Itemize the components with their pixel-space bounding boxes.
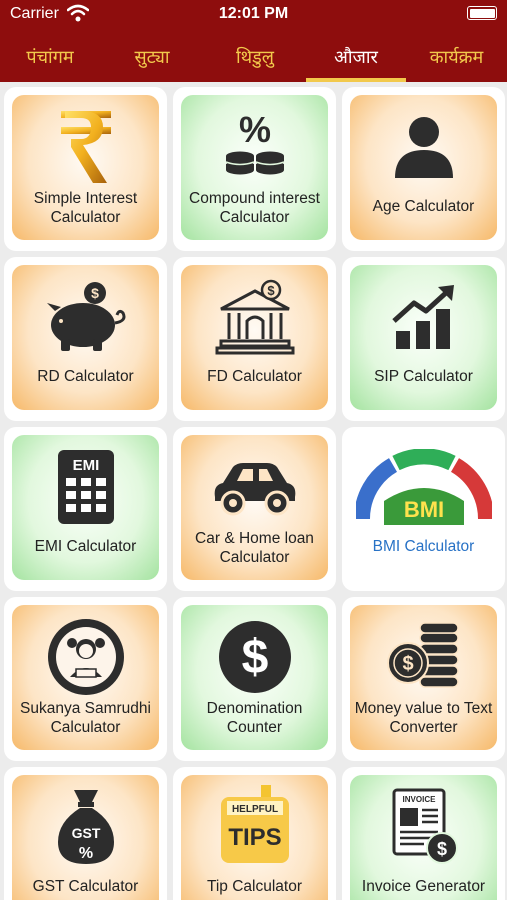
clock: 12:01 PM [218,5,289,22]
coins-stack-icon: $ [350,615,497,699]
percent-coins-icon: % [181,105,328,189]
tool-age[interactable]: Age Calculator [342,87,505,251]
tool-label: EMI Calculator [34,538,137,555]
tool-label: Car & Home loan Calculator [195,530,314,566]
tool-label: FD Calculator [207,368,302,385]
tool-emi[interactable]: EMI EMI Calculator [4,427,167,591]
svg-text:$: $ [402,653,413,675]
tool-denomination[interactable]: $ Denomination Counter [173,597,336,761]
tool-fd[interactable]: $ FD Calculator [173,257,336,421]
svg-text:$: $ [436,839,446,859]
tool-label: Simple Interest Calculator [33,190,138,226]
tab-events[interactable]: कार्यक्रम [406,30,507,82]
invoice-icon: INVOICE $ [350,785,497,869]
tool-tip[interactable]: HELPFUL TIPS Tip Calculator [173,767,336,900]
svg-text:%: % [238,112,270,150]
battery-icon [467,6,497,20]
tool-sukanya-samrudhi[interactable]: Sukanya Samrudhi Calculator [4,597,167,761]
tool-label: Denomination Counter [206,700,303,736]
tool-label: Age Calculator [372,198,475,215]
svg-text:%: % [78,845,92,862]
tool-label: Tip Calculator [206,878,303,895]
tools-grid: Simple Interest Calculator % Compound in… [0,82,507,900]
tool-label: Invoice Generator [361,878,486,895]
tool-sip[interactable]: SIP Calculator [342,257,505,421]
tool-gst[interactable]: GST % GST Calculator [4,767,167,900]
bmi-gauge-icon: BMI [350,445,497,529]
gst-bag-icon: GST % [12,785,159,869]
dollar-coin-icon: $ [181,615,328,699]
car-icon [181,445,328,529]
svg-text:GST: GST [71,825,100,841]
status-bar: Carrier 12:01 PM [0,0,507,30]
svg-text:$: $ [267,283,275,298]
tool-label: Sukanya Samrudhi Calculator [20,700,151,736]
tool-bmi[interactable]: BMI BMI Calculator [342,427,505,591]
emi-calculator-icon: EMI [12,445,159,529]
tool-rd[interactable]: $ RD Calculator [4,257,167,421]
svg-text:BMI: BMI [403,497,443,522]
tool-invoice[interactable]: INVOICE $ Invoice Generator [342,767,505,900]
girl-child-icon [12,615,159,699]
tool-label: BMI Calculator [372,538,475,555]
svg-text:INVOICE: INVOICE [402,795,436,804]
tool-car-home-loan[interactable]: Car & Home loan Calculator [173,427,336,591]
svg-text:HELPFUL: HELPFUL [231,804,277,815]
tool-label: RD Calculator [37,368,134,385]
tab-panchangam[interactable]: पंचांगम [0,30,100,82]
tool-compound-interest[interactable]: % Compound interest Calculator [173,87,336,251]
tab-dates[interactable]: थिडुलु [204,30,306,82]
svg-text:EMI: EMI [72,457,99,474]
piggy-bank-icon: $ [12,275,159,359]
tool-label: Money value to Text Converter [354,700,493,736]
svg-text:$: $ [91,285,99,301]
tool-label: GST Calculator [32,878,139,895]
tab-tools[interactable]: औजार [306,30,406,82]
person-icon [350,105,497,189]
tool-simple-interest[interactable]: Simple Interest Calculator [4,87,167,251]
svg-text:$: $ [241,631,268,684]
tool-label: SIP Calculator [374,368,473,385]
tab-bar: पंचांगम सुट्या थिडुलु औजार कार्यक्रम [0,30,507,82]
tool-label: Compound interest Calculator [189,190,320,226]
tab-holidays[interactable]: सुट्या [100,30,204,82]
svg-text:TIPS: TIPS [228,824,281,851]
rupee-icon [12,105,159,189]
tool-money-to-text[interactable]: $ Money value to Text Converter [342,597,505,761]
helpful-tips-icon: HELPFUL TIPS [181,785,328,869]
growth-chart-icon [350,275,497,359]
bank-icon: $ [181,275,328,359]
